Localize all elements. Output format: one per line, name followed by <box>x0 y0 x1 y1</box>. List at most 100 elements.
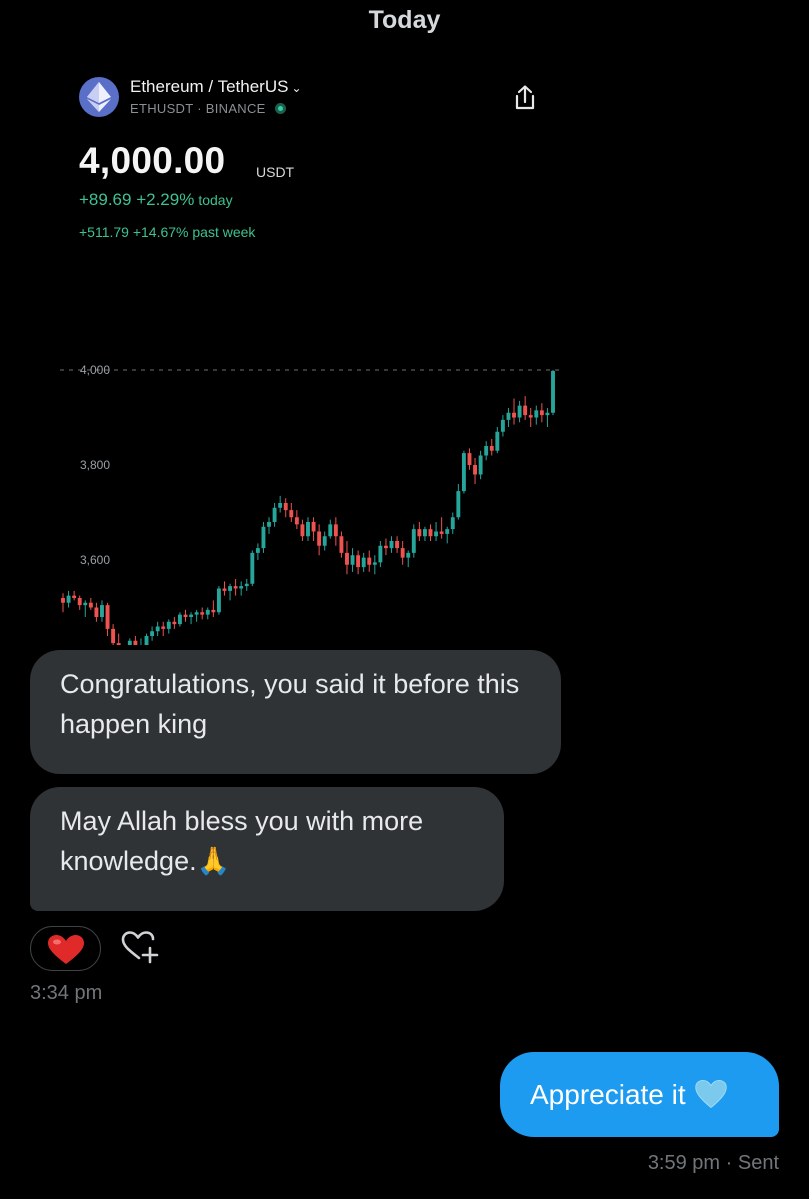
candle-body <box>384 545 388 549</box>
outgoing-message[interactable]: Appreciate it <box>500 1052 779 1137</box>
candle-body <box>500 419 505 432</box>
add-reaction-icon[interactable] <box>120 930 160 966</box>
symbol: ETHUSDT <box>130 101 194 116</box>
candle-body <box>372 562 377 565</box>
light-blue-heart-icon <box>694 1079 727 1109</box>
candle-body <box>534 410 539 418</box>
candle-body <box>127 640 132 645</box>
candle-body <box>300 524 305 537</box>
y-tick-label: 3,800 <box>80 458 110 472</box>
candle-body <box>389 541 394 549</box>
candle-body <box>294 517 299 525</box>
current-price: 4,000.00 <box>79 140 226 181</box>
candle-body <box>77 598 82 606</box>
candle-body <box>194 612 199 615</box>
change-today-value: +89.69 +2.29% <box>79 190 195 209</box>
candle-body <box>450 517 455 530</box>
candle-body <box>61 598 65 603</box>
candle-body <box>100 605 104 617</box>
candle-body <box>200 612 205 615</box>
candlestick-chart: 4,0003,8003,6003,400 <box>60 363 560 645</box>
candle-body <box>172 621 177 625</box>
candle-body <box>456 491 461 518</box>
candle-body <box>478 455 483 475</box>
change-today: +89.69 +2.29% today <box>79 190 233 210</box>
candle-body <box>495 431 500 451</box>
shared-chart-card[interactable]: Ethereum / TetherUS ⌄ ETHUSDT · BINANCE 4… <box>60 60 560 645</box>
candle-body <box>161 626 166 629</box>
heart-icon <box>47 935 84 964</box>
chevron-down-icon: ⌄ <box>291 81 302 95</box>
candle-body <box>306 522 310 537</box>
candle-body <box>216 588 221 613</box>
ethereum-logo-icon <box>79 77 119 117</box>
day-separator: Today <box>368 6 441 34</box>
change-week: +511.79 +14.67% past week <box>79 224 256 240</box>
candle-body <box>66 595 71 603</box>
incoming-message[interactable]: May Allah bless you with more knowledge.… <box>30 787 504 911</box>
candle-body <box>250 552 255 584</box>
candle-body <box>422 529 427 537</box>
candle-body <box>166 621 171 629</box>
y-tick-label: 3,600 <box>80 553 110 567</box>
candle-body <box>189 614 194 617</box>
candle-body <box>395 541 400 549</box>
candle-body <box>177 614 182 625</box>
candle-body <box>439 531 444 534</box>
candle-body <box>367 557 372 565</box>
candle-body <box>255 548 260 553</box>
candle-body <box>489 446 494 451</box>
candle-body <box>267 522 271 527</box>
candle-body <box>317 531 322 546</box>
candle-body <box>523 405 528 416</box>
candle-body <box>244 583 249 587</box>
candle-body <box>289 510 294 518</box>
candle-body <box>461 453 466 492</box>
candle-body <box>83 602 88 606</box>
outgoing-text: Appreciate it <box>530 1079 686 1110</box>
candle-body <box>72 595 77 598</box>
candle-body <box>356 555 361 568</box>
pair-subtitle: ETHUSDT · BINANCE <box>130 101 286 116</box>
candle-body <box>551 370 555 413</box>
candle-body <box>111 628 116 644</box>
candle-body <box>361 557 366 568</box>
price-unit: USDT <box>256 164 295 180</box>
candle-body <box>239 586 244 589</box>
candle-body <box>278 503 283 508</box>
candle-body <box>378 545 383 563</box>
candle-body <box>545 412 550 416</box>
share-icon[interactable] <box>512 84 538 112</box>
candle-body <box>350 555 355 565</box>
candle-body <box>484 446 489 456</box>
outgoing-status: 3:59 pm · Sent <box>647 1152 779 1174</box>
pair-name: Ethereum / TetherUS <box>130 77 289 96</box>
candle-body <box>406 552 411 558</box>
candle-body <box>228 586 232 591</box>
candle-body <box>339 536 344 553</box>
pair-title[interactable]: Ethereum / TetherUS ⌄ <box>130 77 302 97</box>
y-tick-label: 4,000 <box>80 363 110 377</box>
exchange: BINANCE <box>205 101 266 116</box>
candle-body <box>116 643 121 645</box>
candle-body <box>322 536 327 546</box>
candle-body <box>434 531 439 537</box>
candle-body <box>328 524 333 537</box>
candle-body <box>467 453 472 465</box>
candle-body <box>506 412 511 420</box>
candle-body <box>94 607 99 617</box>
candle-body <box>272 507 277 522</box>
candle-body <box>144 636 149 645</box>
heart-reaction[interactable] <box>30 926 101 971</box>
candle-body <box>512 412 516 418</box>
candle-body <box>205 609 210 615</box>
incoming-timestamp: 3:34 pm <box>30 982 103 1004</box>
incoming-message[interactable]: Congratulations, you said it before this… <box>30 650 561 774</box>
live-status-icon <box>274 103 286 114</box>
candle-body <box>105 605 110 629</box>
candle-body <box>417 529 422 537</box>
change-today-suffix: today <box>198 192 233 208</box>
candle-body <box>517 405 522 418</box>
candle-body <box>539 410 544 416</box>
candle-body <box>222 588 227 591</box>
